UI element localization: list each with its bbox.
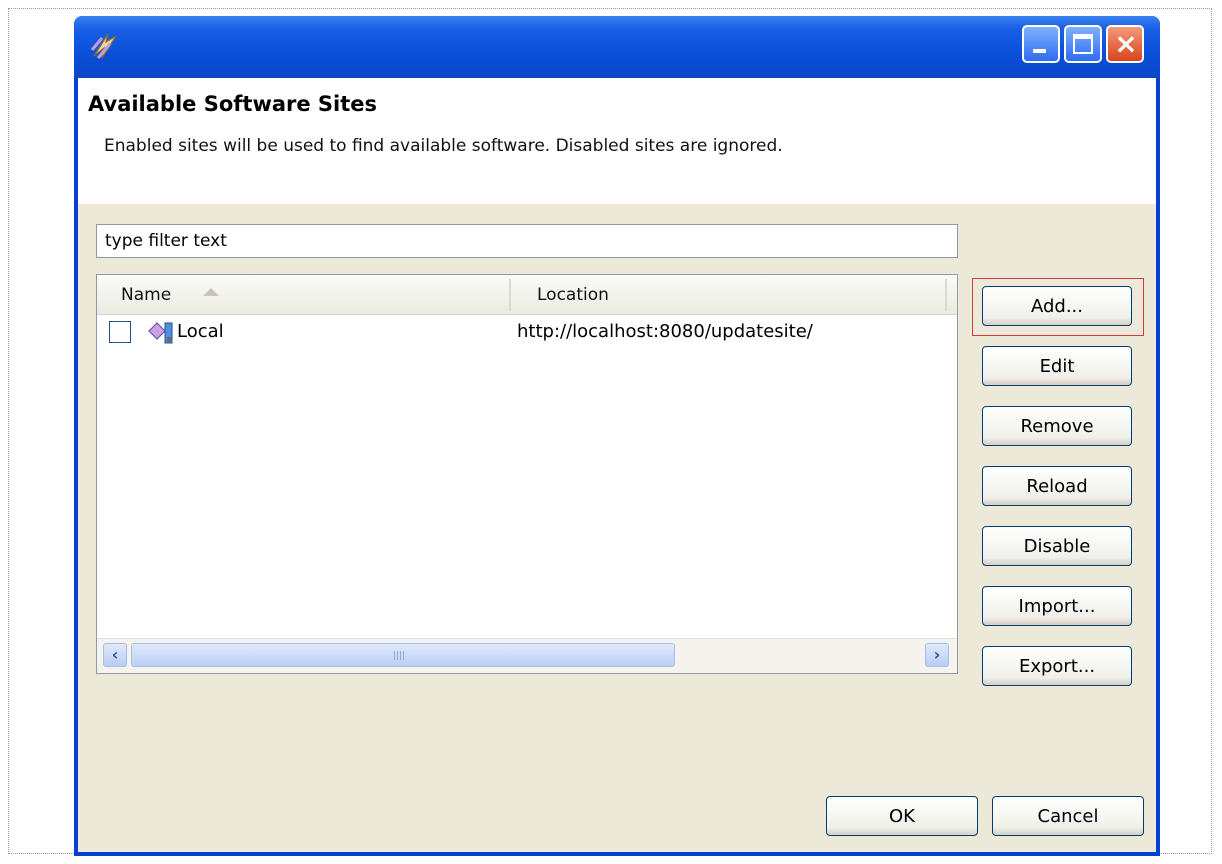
column-header-location[interactable]: Location <box>537 285 609 305</box>
minimize-button[interactable] <box>1022 25 1060 63</box>
scroll-right-button[interactable]: › <box>925 643 949 667</box>
horizontal-scrollbar[interactable]: ‹ › <box>97 638 957 673</box>
add-button[interactable]: Add... <box>982 286 1132 326</box>
scroll-thumb[interactable] <box>131 643 675 667</box>
sort-ascending-icon <box>203 288 219 296</box>
export-button[interactable]: Export... <box>982 646 1132 686</box>
update-site-icon <box>148 322 173 344</box>
edit-button[interactable]: Edit <box>982 346 1132 386</box>
title-bar[interactable]: × <box>74 16 1160 78</box>
table-header: Name Location <box>97 275 957 315</box>
page-title: Available Software Sites <box>88 92 378 116</box>
grip-icon <box>394 651 404 660</box>
import-button[interactable]: Import... <box>982 586 1132 626</box>
column-header-name[interactable]: Name <box>121 285 171 305</box>
cancel-button[interactable]: Cancel <box>992 796 1144 836</box>
site-location: http://localhost:8080/updatesite/ <box>517 321 813 342</box>
table-row[interactable]: Local http://localhost:8080/updatesite/ <box>97 315 957 349</box>
disable-button[interactable]: Disable <box>982 526 1132 566</box>
site-name: Local <box>177 321 224 342</box>
site-enabled-checkbox[interactable] <box>109 321 131 343</box>
remove-button[interactable]: Remove <box>982 406 1132 446</box>
eclipse-plugin-icon <box>90 33 117 59</box>
sites-table: Name Location Local http://localhost:808… <box>96 274 958 674</box>
column-divider[interactable] <box>509 279 511 311</box>
maximize-button[interactable] <box>1064 25 1102 63</box>
dialog-window: × Available Software Sites Enabled sites… <box>74 16 1160 856</box>
minimize-icon <box>1033 49 1046 53</box>
reload-button[interactable]: Reload <box>982 466 1132 506</box>
filter-input[interactable] <box>96 224 958 258</box>
dialog-header: Available Software Sites Enabled sites w… <box>78 78 1156 204</box>
maximize-icon <box>1073 34 1093 54</box>
column-divider[interactable] <box>945 279 947 311</box>
scroll-left-button[interactable]: ‹ <box>103 643 127 667</box>
dialog-body: Available Software Sites Enabled sites w… <box>78 78 1156 852</box>
page-description: Enabled sites will be used to find avail… <box>104 136 783 156</box>
close-button[interactable]: × <box>1106 25 1144 63</box>
ok-button[interactable]: OK <box>826 796 978 836</box>
close-icon: × <box>1114 27 1138 60</box>
